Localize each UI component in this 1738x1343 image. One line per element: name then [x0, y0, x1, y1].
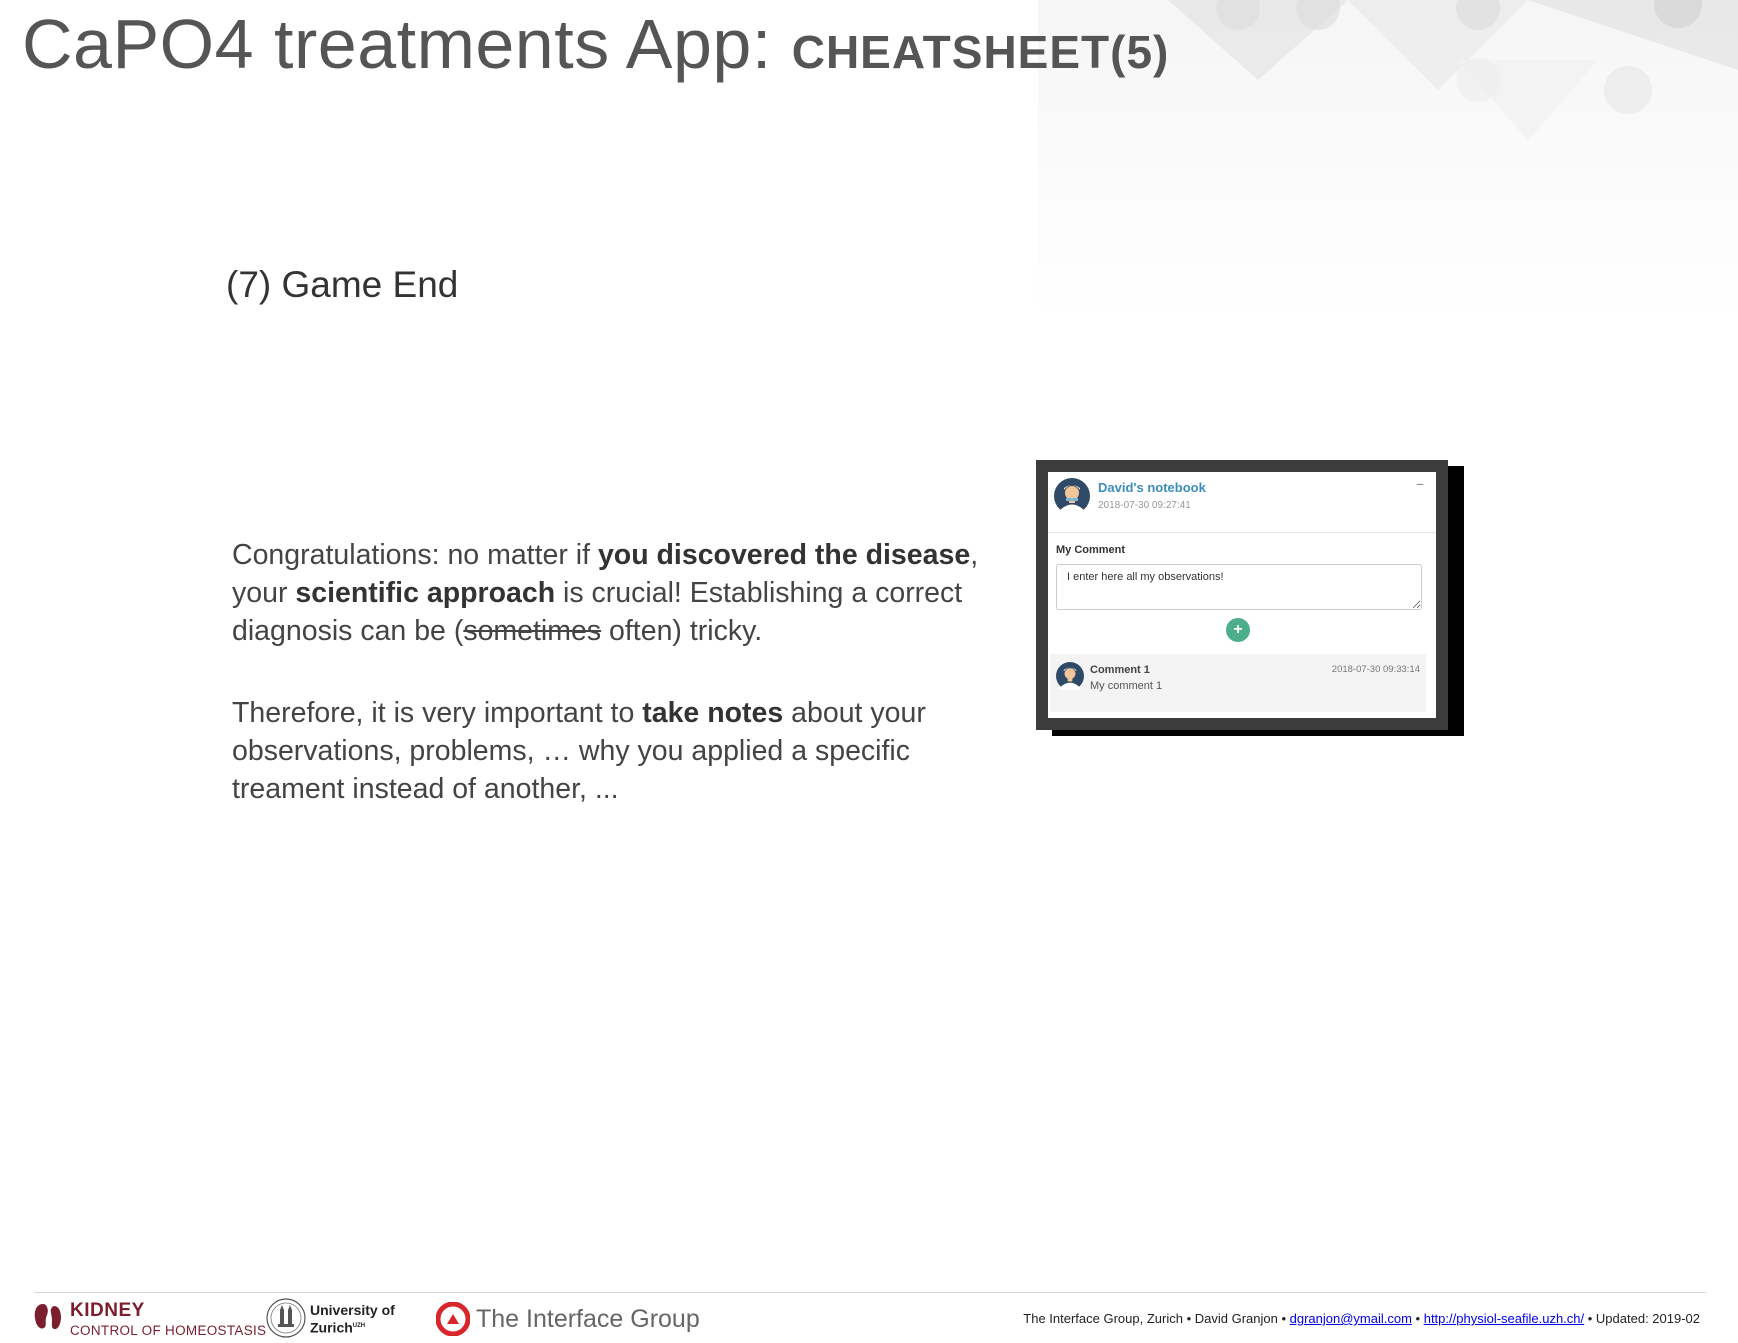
uzh-line2: Zurich [310, 1319, 353, 1336]
p2-text-1: Therefore, it is very important to [232, 697, 643, 729]
p1-text-4: often) tricky. [601, 615, 763, 647]
paragraph-take-notes: Therefore, it is very important to take … [232, 694, 992, 808]
p1-bold-1: you discovered the disease [597, 539, 971, 571]
page-title: CaPO4 treatments App: CHEATSHEET(5) [22, 4, 1169, 84]
p1-strikethrough: sometimes [463, 615, 602, 647]
footer-separator: • [1411, 1311, 1424, 1326]
footer-info: The Interface Group, Zurich • David Gran… [1023, 1311, 1700, 1326]
section-heading: (7) Game End [226, 264, 459, 305]
notebook-date: 2018-07-30 09:27:41 [1098, 500, 1191, 511]
p1-text-1: Congratulations: no matter if [232, 539, 598, 571]
uzh-logo-text: University of ZurichUZH [310, 1302, 395, 1336]
footer-email-link[interactable]: dgranjon@ymail.com [1290, 1311, 1412, 1326]
footer-org: The Interface Group, Zurich • David Gran… [1023, 1311, 1290, 1326]
doctor-avatar-icon [1056, 662, 1084, 690]
collapse-button[interactable]: − [1416, 476, 1424, 492]
interface-group-logo: The Interface Group [436, 1302, 716, 1338]
notebook-screenshot: David's notebook 2018-07-30 09:27:41 − M… [1036, 460, 1448, 730]
add-comment-button[interactable]: + [1226, 618, 1250, 642]
interface-group-name: The Interface Group [476, 1305, 700, 1333]
uzh-line1: University of [310, 1302, 395, 1318]
p2-bold-1: take notes [642, 697, 784, 729]
p1-bold-2: scientific approach [295, 577, 556, 609]
comment-item: Comment 1 My comment 1 2018-07-30 09:33:… [1050, 654, 1426, 712]
notebook-title[interactable]: David's notebook [1098, 480, 1206, 495]
notebook-header: David's notebook 2018-07-30 09:27:41 − [1048, 472, 1436, 533]
comment-text: My comment 1 [1090, 680, 1163, 692]
uzh-sup: UZH [352, 1323, 366, 1329]
uzh-logo: University of ZurichUZH [266, 1298, 406, 1340]
notebook-card: David's notebook 2018-07-30 09:27:41 − M… [1048, 472, 1436, 718]
kidney-logo-title: KIDNEY [70, 1300, 145, 1321]
title-main: CaPO4 treatments App: [22, 5, 792, 83]
interface-group-icon [436, 1302, 470, 1336]
kidney-icon [34, 1304, 61, 1330]
footer-divider [34, 1292, 1706, 1293]
kidney-logo-subtitle: CONTROL OF HOMEOSTASIS [70, 1323, 267, 1338]
footer-updated: • Updated: 2019-02 [1584, 1311, 1700, 1326]
body-text: Congratulations: no matter if you discov… [232, 536, 992, 852]
comment-label: My Comment [1056, 544, 1126, 556]
university-seal-icon [266, 1298, 306, 1338]
doctor-avatar-icon [1054, 478, 1090, 514]
title-sub: CHEATSHEET(5) [791, 26, 1170, 78]
footer-url-link[interactable]: http://physiol-seafile.uzh.ch/ [1424, 1311, 1584, 1326]
kidney-logo: KIDNEY CONTROL OF HOMEOSTASIS [34, 1300, 266, 1340]
comment-date: 2018-07-30 09:33:14 [1331, 664, 1420, 675]
comment-title: Comment 1 [1090, 664, 1150, 676]
paragraph-congratulations: Congratulations: no matter if you discov… [232, 536, 992, 650]
comment-textarea[interactable]: I enter here all my observations! [1056, 564, 1422, 610]
